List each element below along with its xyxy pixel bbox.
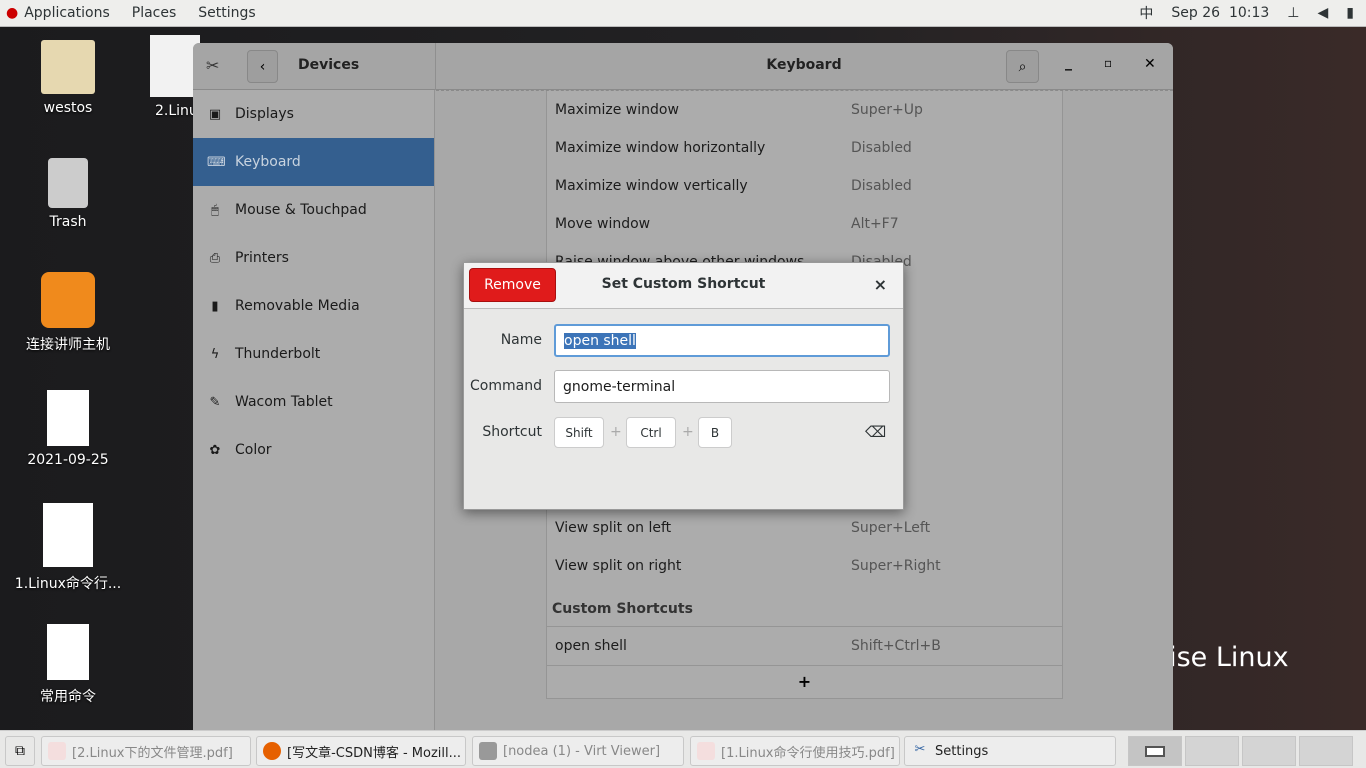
document-icon — [47, 624, 89, 680]
search-button[interactable]: ⌕ — [1006, 50, 1039, 83]
tiger-app-icon — [41, 272, 95, 328]
workspace-3[interactable] — [1242, 736, 1296, 766]
custom-shortcut-row[interactable]: open shell Shift+Ctrl+B — [547, 627, 1062, 665]
taskbar-item[interactable]: ✂ Settings — [904, 736, 1116, 766]
sidebar-item-thunderbolt[interactable]: ϟ Thunderbolt — [193, 330, 434, 378]
document-icon — [47, 390, 89, 446]
desktop-icon-1linux[interactable]: 1.Linux命令行... — [8, 503, 128, 593]
clear-shortcut-icon[interactable]: ⌫ — [865, 423, 886, 441]
plus-separator: + — [682, 424, 694, 440]
pdf-icon — [697, 742, 715, 760]
name-input[interactable]: open shell — [554, 324, 890, 357]
input-method-indicator[interactable]: 中 — [1139, 3, 1153, 23]
page-title: Keyboard — [766, 57, 842, 73]
sidebar-item-displays[interactable]: ▣ Displays — [193, 90, 434, 138]
command-label: Command — [470, 378, 542, 394]
shortcut-label: Shortcut — [482, 424, 542, 440]
volume-icon[interactable]: ◀ — [1318, 5, 1329, 21]
menu-settings[interactable]: Settings — [187, 5, 266, 21]
thunderbolt-icon: ϟ — [210, 346, 220, 362]
key-shift: Shift — [554, 417, 604, 448]
shortcut-row[interactable]: Maximize window vertically Disabled — [547, 167, 1062, 205]
set-custom-shortcut-dialog: Remove Set Custom Shortcut × Name open s… — [463, 262, 904, 510]
desktop-brand-text: trise Linux — [1158, 625, 1289, 673]
virt-viewer-icon — [479, 742, 497, 760]
plus-separator: + — [610, 424, 622, 440]
keyboard-icon: ⌨ — [207, 154, 226, 170]
trash-icon — [48, 158, 88, 208]
show-desktop-button[interactable]: ⧉ — [5, 736, 35, 766]
desktop-icon-changyong[interactable]: 常用命令 — [8, 624, 128, 706]
mouse-icon: 🖱 — [211, 202, 219, 218]
workspace-2[interactable] — [1185, 736, 1239, 766]
key-b: B — [698, 417, 732, 448]
shortcut-row[interactable]: View split on right Super+Right — [547, 547, 1062, 585]
settings-tools-icon: ✂ — [206, 56, 220, 75]
name-label: Name — [500, 332, 542, 348]
key-ctrl: Ctrl — [626, 417, 676, 448]
shortcut-row[interactable]: View split on left Super+Left — [547, 509, 1062, 547]
header-bar: ✂ ‹ Devices Keyboard ⌕ _ ▫ ✕ — [193, 43, 1173, 90]
dialog-close-button[interactable]: × — [874, 275, 887, 294]
menu-places[interactable]: Places — [121, 5, 188, 21]
sidebar-item-mouse-touchpad[interactable]: 🖱 Mouse & Touchpad — [193, 186, 434, 234]
section-title: Devices — [298, 57, 360, 73]
tablet-icon: ✎ — [209, 394, 221, 410]
maximize-button[interactable]: ▫ — [1104, 56, 1112, 70]
search-icon: ⌕ — [1018, 58, 1027, 75]
sidebar-item-printers[interactable]: ⎙ Printers — [193, 234, 434, 282]
custom-shortcut-list: open shell Shift+Ctrl+B + — [546, 626, 1063, 699]
clock[interactable]: Sep 26 10:13 — [1171, 5, 1269, 21]
desktop-icon-tiger[interactable]: 连接讲师主机 — [8, 272, 128, 354]
battery-icon[interactable]: ▮ — [1346, 5, 1354, 21]
usb-icon: ▮ — [211, 298, 219, 314]
sidebar-item-keyboard[interactable]: ⌨ Keyboard — [193, 138, 434, 186]
shortcut-row[interactable]: Maximize window Super+Up — [547, 91, 1062, 129]
workspace-4[interactable] — [1299, 736, 1353, 766]
top-bar: ● Applications Places Settings 中 Sep 26 … — [0, 0, 1366, 27]
desktop-icon-westos[interactable]: westos — [8, 40, 128, 116]
firefox-icon — [263, 742, 281, 760]
taskbar-item[interactable]: [1.Linux命令行使用技巧.pdf] — [690, 736, 900, 766]
pdf-icon — [48, 742, 66, 760]
desktop-icon-2021-09-25[interactable]: 2021-09-25 — [8, 390, 128, 468]
taskbar-item[interactable]: [写文章-CSDN博客 - Mozill... — [256, 736, 466, 766]
command-input[interactable]: gnome-terminal — [554, 370, 890, 403]
menu-applications[interactable]: Applications — [18, 5, 121, 21]
back-button[interactable]: ‹ — [247, 50, 278, 83]
display-icon: ▣ — [208, 106, 222, 122]
minimize-button[interactable]: _ — [1065, 55, 1072, 71]
color-icon: ✿ — [209, 442, 221, 458]
sidebar-item-wacom-tablet[interactable]: ✎ Wacom Tablet — [193, 378, 434, 426]
shortcut-row[interactable]: Move window Alt+F7 — [547, 205, 1062, 243]
network-icon[interactable]: ⊥ — [1287, 5, 1299, 21]
settings-tools-icon: ✂ — [914, 742, 926, 757]
workspace-1[interactable] — [1128, 736, 1182, 766]
home-folder-icon — [41, 40, 95, 94]
desktop-icon-trash[interactable]: Trash — [8, 158, 128, 230]
printer-icon: ⎙ — [209, 250, 221, 266]
taskbar-item[interactable]: [2.Linux下的文件管理.pdf] — [41, 736, 251, 766]
sidebar-item-color[interactable]: ✿ Color — [193, 426, 434, 474]
redhat-logo-icon: ● — [6, 5, 19, 21]
add-shortcut-button[interactable]: + — [547, 665, 1062, 699]
taskbar-item[interactable]: [nodea (1) - Virt Viewer] — [472, 736, 684, 766]
sidebar-item-removable-media[interactable]: ▮ Removable Media — [193, 282, 434, 330]
close-button[interactable]: ✕ — [1144, 56, 1156, 72]
sidebar: ▣ Displays ⌨ Keyboard 🖱 Mouse & Touchpad ⎙ Prin… — [193, 90, 435, 730]
document-icon — [43, 503, 93, 567]
taskbar: ⧉ [2.Linux下的文件管理.pdf] [写文章-CSDN博客 - Mozi… — [0, 730, 1366, 768]
shortcut-row[interactable]: Maximize window horizontally Disabled — [547, 129, 1062, 167]
dialog-title: Set Custom Shortcut — [601, 276, 766, 292]
custom-shortcuts-heading: Custom Shortcuts — [552, 601, 693, 617]
